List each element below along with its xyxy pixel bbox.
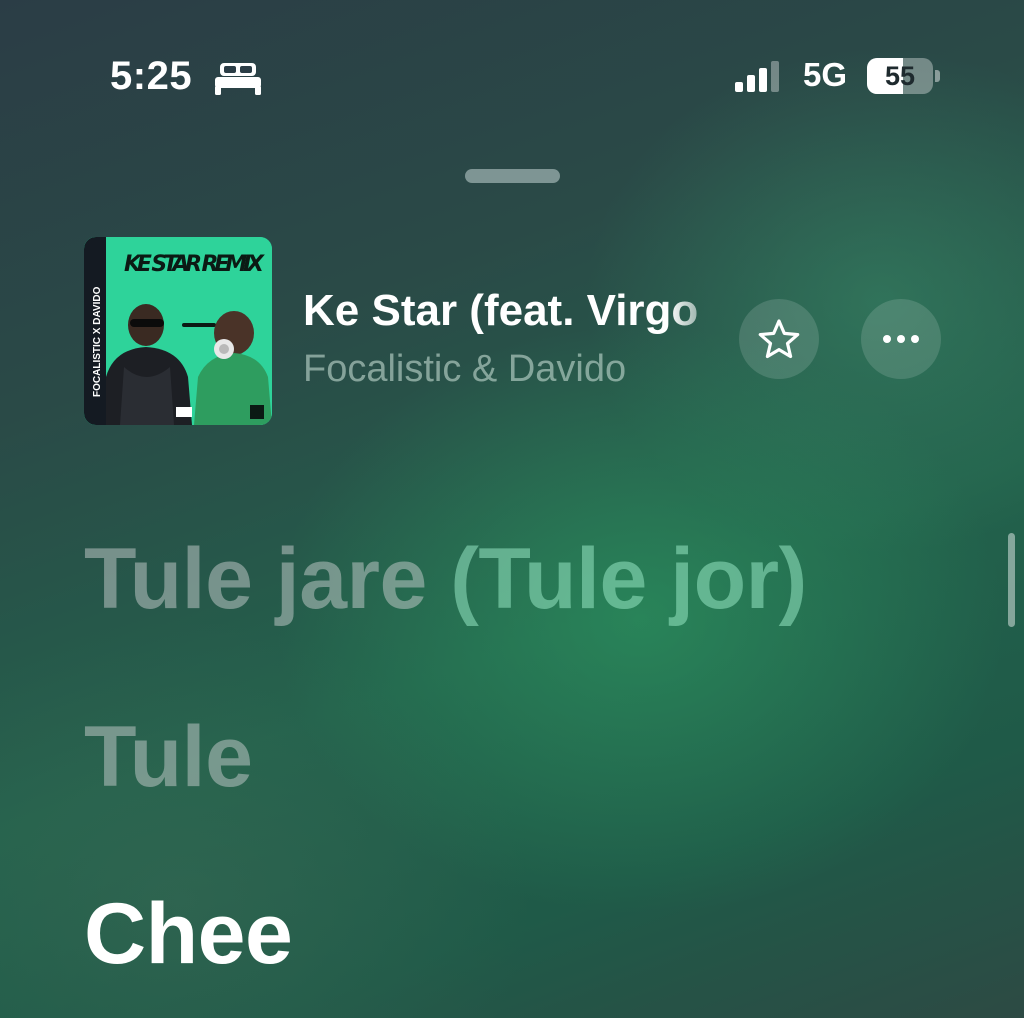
ellipsis-icon	[883, 335, 919, 343]
song-artist[interactable]: Focalistic & Davido	[303, 348, 733, 391]
battery-level: 55	[884, 61, 916, 91]
status-time: 5:25	[110, 54, 193, 98]
artwork-title-text: KE STAR REMIX	[124, 252, 265, 277]
signal-bar-1	[735, 82, 743, 92]
star-icon	[758, 319, 800, 359]
battery-icon: 55	[867, 58, 933, 94]
more-options-button[interactable]	[861, 299, 941, 379]
album-artwork[interactable]: FOCALISTIC X DAVIDO KE STAR REMIX	[84, 237, 272, 425]
favorite-button[interactable]	[739, 299, 819, 379]
lyric-line[interactable]: Tule	[84, 708, 253, 807]
scroll-indicator[interactable]	[1008, 533, 1015, 627]
lyric-line[interactable]: Tule jare (Tule jor)	[84, 530, 807, 629]
signal-bar-2	[747, 75, 755, 92]
sheet-grabber[interactable]	[465, 169, 560, 183]
lyric-main-vocal: Tule jare	[84, 531, 427, 627]
now-playing-lyrics-screen: 5:25 5G 55 FOCALISTIC X DAVIDO KE STAR R…	[0, 0, 1024, 1018]
bed-icon	[215, 63, 261, 95]
lyric-line-current[interactable]: Chee	[84, 885, 293, 984]
artwork-side-text: FOCALISTIC X DAVIDO	[92, 286, 103, 397]
cellular-signal-icon	[735, 61, 779, 92]
signal-bar-4	[771, 61, 779, 92]
status-bar: 5:25 5G 55	[0, 0, 1024, 130]
battery-nub	[935, 70, 940, 82]
album-artwork-image: FOCALISTIC X DAVIDO KE STAR REMIX	[84, 237, 272, 425]
lyric-background-vocal: (Tule jor)	[450, 531, 807, 627]
signal-bar-3	[759, 68, 767, 92]
song-title[interactable]: Ke Star (feat. Virgo	[303, 286, 733, 336]
network-type: 5G	[803, 56, 848, 93]
